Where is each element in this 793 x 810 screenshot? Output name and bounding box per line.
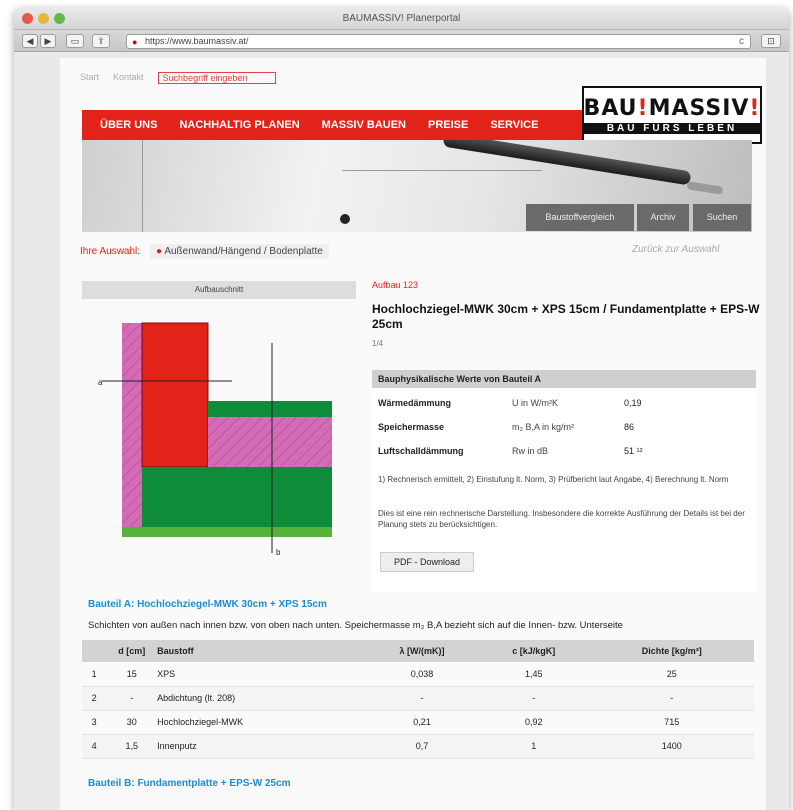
hero-button-suchen[interactable]: Suchen [693, 204, 751, 231]
table-header: d [cm] [106, 640, 158, 662]
nav-item-service[interactable]: SERVICE [490, 119, 538, 131]
layer-foundation-slab [142, 467, 332, 527]
section-a-title[interactable]: Bauteil A: Hochlochziegel-MWK 30cm + XPS… [88, 599, 327, 610]
table-cell: 1,45 [477, 662, 590, 687]
product-page-indicator: 1/4 [372, 339, 384, 348]
table-cell: Abdichtung (lt. 208) [157, 686, 367, 711]
table-header: λ [W/(mK)] [366, 640, 478, 662]
table-cell: - [106, 686, 158, 711]
hero-line [342, 170, 542, 171]
table-header-row: d [cm] Baustoff λ [W/(mK)] c [kJ/kgK] Di… [82, 640, 754, 662]
layer-brick-wall [141, 322, 209, 468]
share-icon[interactable]: ⇪ [92, 34, 110, 48]
table-cell: 0,21 [366, 710, 478, 735]
table-cell: 1,5 [106, 734, 158, 759]
table-header: Dichte [kg/m³] [589, 640, 754, 662]
table-cell: 4 [82, 734, 107, 759]
breadcrumb-current[interactable]: ● Außenwand/Hängend / Bodenplatte [150, 244, 329, 259]
table-row: 4 1,5 Innenputz 0,7 1 1400 [82, 734, 754, 759]
table-cell: XPS [157, 662, 367, 687]
site-icon: ● [132, 37, 138, 47]
values-footnote: 1) Rechnerisch ermittelt, 2) Einstufung … [378, 475, 729, 484]
table-row: 2 - Abdichtung (lt. 208) - - - [82, 686, 754, 711]
pdf-download-button[interactable]: PDF - Download [380, 552, 474, 572]
breadcrumb: Ihre Auswahl: ● Außenwand/Hängend / Bode… [80, 244, 329, 259]
layer-screed [208, 401, 332, 417]
pen-cap-graphic [340, 214, 350, 224]
table-header: Baustoff [157, 640, 367, 662]
table-row: 1 15 XPS 0,038 1,45 25 [82, 662, 754, 687]
table-header [82, 640, 107, 662]
pen-tip-graphic [686, 181, 724, 195]
browser-toolbar: ◀ ▶ ▭ ⇪ ● https://www.baumassiv.at/ c ⊡ [14, 30, 789, 52]
table-cell: 30 [106, 710, 158, 735]
table-cell: 15 [106, 662, 158, 687]
table-cell: 2 [82, 686, 107, 711]
window-title: BAUMASSIV! Planerportal [342, 13, 461, 24]
nav-item-massiv-bauen[interactable]: MASSIV BAUEN [322, 119, 406, 131]
top-link-start[interactable]: Start [80, 72, 99, 84]
table-cell: 715 [589, 710, 754, 735]
table-cell: 1 [477, 734, 590, 759]
values-heading: Bauphysikalische Werte von Bauteil A [372, 370, 756, 388]
hero-button-baustoffvergleich[interactable]: Baustoffvergleich [526, 204, 634, 231]
top-links: Start Kontakt Suchbegriff eingeben [80, 72, 276, 84]
radio-dot-icon: ● [156, 246, 163, 257]
product-title: Hochlochziegel-MWK 30cm + XPS 15cm / Fun… [372, 302, 760, 331]
material-table: d [cm] Baustoff λ [W/(mK)] c [kJ/kgK] Di… [82, 640, 754, 759]
table-cell: 0,92 [477, 710, 590, 735]
cut-label-b: b [276, 548, 281, 557]
sidebar-icon[interactable]: ⊡ [761, 34, 781, 48]
top-link-kontakt[interactable]: Kontakt [113, 72, 144, 84]
hero-button-archiv[interactable]: Archiv [637, 204, 689, 231]
table-cell: 1400 [589, 734, 754, 759]
pen-graphic [442, 140, 692, 186]
nav-item-preise[interactable]: PREISE [428, 119, 468, 131]
search-input[interactable]: Suchbegriff eingeben [157, 72, 276, 84]
section-diagram: a b [98, 322, 332, 557]
table-cell: 1 [82, 662, 107, 687]
table-header: c [kJ/kgK] [477, 640, 590, 662]
layer-eps-bottom [122, 527, 332, 537]
brand-logo[interactable]: BAU!MASSIV! BAU FÜRS LEBEN [582, 86, 762, 144]
table-cell: - [366, 686, 478, 711]
table-cell: 3 [82, 710, 107, 735]
reload-icon[interactable]: c [739, 35, 744, 48]
table-cell: Innenputz [157, 734, 367, 759]
breadcrumb-label: Ihre Auswahl: [80, 246, 141, 257]
table-cell: Hochlochziegel-MWK [157, 710, 367, 735]
table-cell: 25 [589, 662, 754, 687]
nav-item-nachhaltig-planen[interactable]: NACHHALTIG PLANEN [179, 119, 299, 131]
nav-item-ueber-uns[interactable]: ÜBER UNS [100, 119, 157, 131]
logo-wordmark: BAU!MASSIV! [583, 96, 761, 121]
table-cell: - [477, 686, 590, 711]
url-text: https://www.baumassiv.at/ [145, 36, 249, 46]
back-to-selection-link[interactable]: Zurück zur Auswahl [632, 244, 719, 255]
table-cell: 0,038 [366, 662, 478, 687]
table-cell: 0,7 [366, 734, 478, 759]
title-bar: BAUMASSIV! Planerportal [14, 8, 789, 30]
back-icon[interactable]: ◀ [22, 34, 38, 48]
logo-tagline: BAU FÜRS LEBEN [584, 123, 760, 134]
reader-icon[interactable]: ▭ [66, 34, 84, 48]
product-subheading: Aufbau 123 [372, 280, 419, 290]
diagram-heading: Aufbauschnitt [82, 281, 356, 299]
hero-line [142, 140, 143, 232]
cut-label-a: a [98, 378, 103, 387]
browser-window: BAUMASSIV! Planerportal ◀ ▶ ▭ ⇪ ● https:… [14, 8, 789, 810]
table-cell: - [589, 686, 754, 711]
forward-icon[interactable]: ▶ [40, 34, 56, 48]
section-b-title[interactable]: Bauteil B: Fundamentplatte + EPS-W 25cm [88, 778, 291, 789]
values-disclaimer: Dies ist eine rein rechnerische Darstell… [378, 509, 745, 529]
section-a-description: Schichten von außen nach innen bzw. von … [88, 620, 623, 631]
address-bar[interactable]: ● https://www.baumassiv.at/ c [126, 34, 751, 49]
values-panel: Bauphysikalische Werte von Bauteil A Wär… [372, 370, 756, 592]
web-page: Start Kontakt Suchbegriff eingeben ÜBER … [60, 58, 766, 810]
table-row: 3 30 Hochlochziegel-MWK 0,21 0,92 715 [82, 710, 754, 735]
